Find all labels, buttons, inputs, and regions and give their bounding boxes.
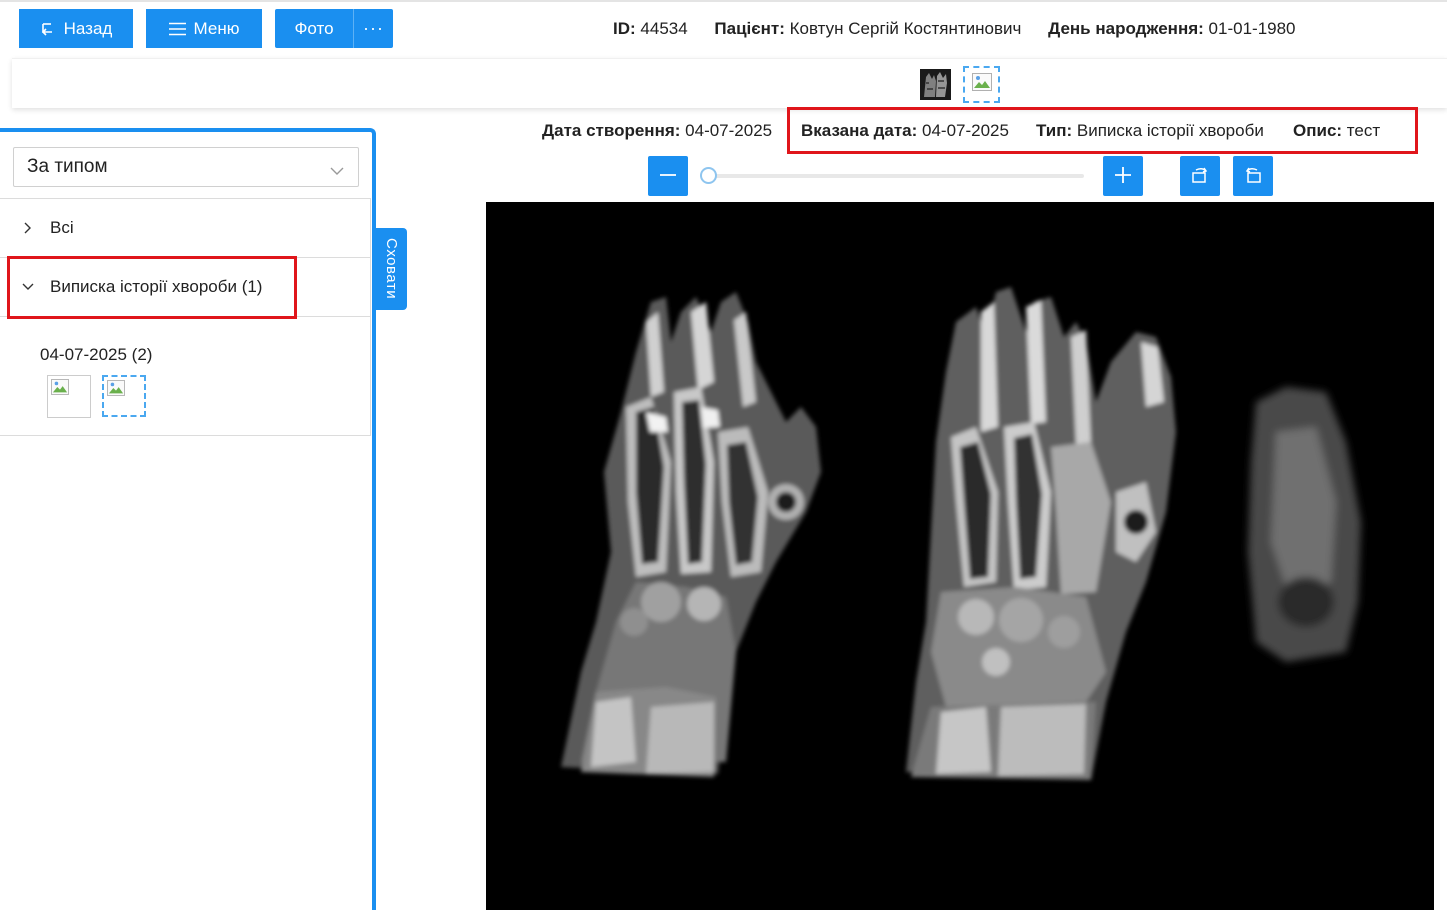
zoom-out-button[interactable] (648, 156, 688, 196)
tree-thumbnail-2-selected[interactable] (102, 375, 146, 417)
patient-dob-value: 01-01-1980 (1208, 19, 1296, 38)
image-viewer[interactable] (486, 202, 1434, 910)
zoom-in-button[interactable] (1103, 156, 1143, 196)
document-description: Опис: тест (1293, 121, 1380, 141)
plus-icon (1114, 166, 1132, 187)
broken-image-icon (107, 380, 125, 400)
rotate-left-button[interactable] (1180, 156, 1220, 196)
zoom-slider-track[interactable] (700, 174, 1084, 178)
document-type-label: Тип: (1036, 121, 1073, 140)
photo-button-label: Фото (294, 18, 334, 38)
document-type: Тип: Виписка історії хвороби (1036, 121, 1264, 141)
chevron-down-icon (330, 160, 344, 182)
back-button[interactable]: Назад (19, 9, 133, 48)
tree-item-all-label: Всі (50, 218, 74, 237)
document-description-label: Опис: (1293, 121, 1343, 140)
zoom-slider[interactable] (700, 166, 1084, 186)
back-icon (40, 22, 56, 36)
more-options-button[interactable]: ··· (353, 9, 393, 48)
minus-icon (659, 166, 677, 187)
more-icon: ··· (363, 18, 384, 38)
document-sidebar: За типом Всі Виписка історії хвороби (1)… (0, 128, 376, 910)
document-type-value: Виписка історії хвороби (1076, 121, 1264, 140)
broken-image-icon (51, 379, 69, 400)
top-border (0, 0, 1447, 2)
patient-id-label: ID: (613, 19, 636, 38)
mri-scan-image (486, 202, 1434, 910)
patient-dob-label: День народження: (1048, 19, 1204, 38)
hide-sidebar-button[interactable]: Сховати (376, 228, 407, 310)
hide-sidebar-label: Сховати (383, 238, 400, 300)
filter-select-value: За типом (27, 156, 108, 177)
tree-date-group[interactable]: 04-07-2025 (2) (40, 345, 152, 365)
created-date-label: Дата створення: (542, 121, 681, 140)
tree-item-discharge-summary[interactable]: Виписка історії хвороби (1) (0, 258, 370, 317)
specified-date-value: 04-07-2025 (922, 121, 1009, 140)
filter-select[interactable]: За типом (13, 147, 359, 187)
patient-id-value: 44534 (640, 19, 688, 38)
rotate-right-button[interactable] (1233, 156, 1273, 196)
thumbnail-selected[interactable] (963, 66, 1000, 103)
patient-info: ID: 44534 Пацієнт: Ковтун Сергій Костянт… (613, 19, 1296, 39)
thumbnail-strip (12, 58, 1447, 108)
thumbnail-mri[interactable] (920, 69, 951, 100)
broken-image-icon (971, 73, 992, 96)
tree-thumbnail-1[interactable] (47, 375, 91, 418)
zoom-slider-handle[interactable] (700, 167, 717, 184)
back-button-label: Назад (63, 18, 113, 38)
patient-name-label: Пацієнт: (714, 19, 785, 38)
rotate-right-icon (1243, 165, 1263, 188)
chevron-right-icon[interactable] (0, 222, 50, 234)
menu-button-label: Меню (193, 18, 240, 38)
menu-button[interactable]: Меню (146, 9, 262, 48)
menu-icon (168, 22, 186, 36)
created-date: Дата створення: 04-07-2025 (542, 121, 772, 141)
specified-date-label: Вказана дата: (801, 121, 918, 140)
specified-date: Вказана дата: 04-07-2025 (801, 121, 1009, 141)
document-description-value: тест (1346, 121, 1381, 140)
tree-item-all[interactable]: Всі (0, 199, 370, 258)
patient-name-value: Ковтун Сергій Костянтинович (789, 19, 1022, 38)
document-tree: Всі Виписка історії хвороби (1) 04-07-20… (0, 198, 371, 436)
chevron-down-icon[interactable] (0, 283, 50, 291)
photo-button[interactable]: Фото (275, 9, 353, 48)
created-date-value: 04-07-2025 (685, 121, 773, 140)
rotate-left-icon (1190, 165, 1210, 188)
tree-item-discharge-summary-label: Виписка історії хвороби (1) (50, 277, 263, 296)
